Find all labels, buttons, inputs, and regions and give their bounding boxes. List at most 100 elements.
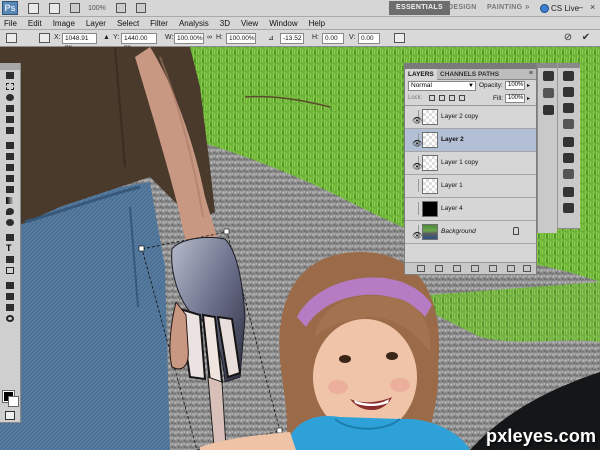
3d-rotate-tool[interactable]	[2, 281, 19, 291]
menu-select[interactable]: Select	[117, 19, 139, 28]
eraser-tool[interactable]	[2, 185, 19, 195]
visibility-toggle[interactable]: 👁	[408, 156, 422, 171]
zoom-level[interactable]: 100%	[88, 5, 106, 12]
layer-row-layer-2-copy[interactable]: 👁 Layer 2 copy	[405, 106, 536, 129]
menu-edit[interactable]: Edit	[28, 19, 42, 28]
tool-presets-icon[interactable]	[563, 187, 574, 197]
cancel-transform-icon[interactable]: ⊘	[562, 32, 574, 44]
menu-file[interactable]: File	[4, 19, 17, 28]
launch-bridge-icon[interactable]	[28, 2, 39, 14]
background-color-swatch[interactable]	[8, 396, 19, 407]
workspace-design[interactable]: DESIGN	[441, 1, 484, 15]
dock-grip[interactable]	[558, 63, 580, 68]
height-field[interactable]: 100.00%	[226, 33, 256, 44]
type-tool[interactable]: T	[2, 244, 19, 254]
lock-all-icon[interactable]	[459, 95, 465, 101]
layer-style-icon[interactable]	[435, 265, 443, 272]
panel-menu-icon[interactable]: ≡	[529, 70, 533, 77]
quick-select-tool[interactable]	[2, 104, 19, 114]
quick-mask-icon[interactable]	[5, 411, 15, 420]
commit-transform-icon[interactable]: ✔	[580, 32, 592, 44]
tab-channels[interactable]: CHANNELS	[437, 69, 479, 80]
horizontal-skew-field[interactable]: 0.00	[322, 33, 344, 44]
menu-layer[interactable]: Layer	[86, 19, 106, 28]
extras-icon[interactable]	[70, 3, 80, 13]
swatches-icon[interactable]	[563, 137, 574, 147]
minimize-icon[interactable]: –	[578, 2, 583, 12]
transform-tool-icon[interactable]	[6, 33, 17, 43]
info-icon[interactable]	[563, 103, 574, 113]
layer-row-layer-4[interactable]: Layer 4	[405, 198, 536, 221]
opacity-arrow-icon[interactable]: ▸	[527, 82, 530, 89]
visibility-toggle[interactable]	[408, 202, 419, 215]
layer-row-layer-1[interactable]: Layer 1	[405, 175, 536, 198]
menu-filter[interactable]: Filter	[150, 19, 168, 28]
add-mask-icon[interactable]	[453, 265, 461, 272]
workspace-painting[interactable]: PAINTING	[480, 1, 529, 15]
brush-tool[interactable]	[2, 152, 19, 162]
move-tool[interactable]	[2, 71, 19, 81]
visibility-toggle[interactable]: 👁	[408, 225, 422, 240]
rotation-field[interactable]: -13.52	[280, 33, 304, 44]
menu-help[interactable]: Help	[309, 19, 325, 28]
lock-transparency-icon[interactable]	[429, 95, 435, 101]
reference-point-icon[interactable]	[39, 33, 50, 43]
x-position-field[interactable]: 1048.91 px	[62, 33, 97, 51]
history-brush-tool[interactable]	[2, 174, 19, 184]
cs-live-button[interactable]: CS Live	[540, 1, 579, 15]
blend-mode-select[interactable]: Normal ▼	[408, 81, 476, 91]
layer-row-layer-1-copy[interactable]: 👁 Layer 1 copy	[405, 152, 536, 175]
visibility-toggle[interactable]: 👁	[408, 133, 422, 148]
vertical-skew-field[interactable]: 0.00	[358, 33, 380, 44]
tab-paths[interactable]: PATHS	[475, 69, 502, 80]
layer-row-layer-2[interactable]: 👁 Layer 2	[405, 129, 536, 152]
eyedropper-tool[interactable]	[2, 126, 19, 136]
brushes-icon[interactable]	[563, 153, 574, 163]
lock-position-icon[interactable]	[449, 95, 455, 101]
adjustment-layer-icon[interactable]	[471, 265, 479, 272]
link-icon[interactable]: ∞	[207, 34, 212, 41]
opacity-field[interactable]: 100%	[505, 81, 525, 90]
fill-field[interactable]: 100%	[505, 94, 525, 103]
warp-mode-icon[interactable]	[394, 33, 405, 43]
menu-analysis[interactable]: Analysis	[179, 19, 209, 28]
arrange-documents-icon[interactable]	[115, 3, 126, 13]
lasso-tool[interactable]	[2, 93, 19, 103]
pen-tool[interactable]	[2, 233, 19, 243]
menu-view[interactable]: View	[241, 19, 258, 28]
clone-stamp-tool[interactable]	[2, 163, 19, 173]
visibility-toggle[interactable]: 👁	[408, 110, 422, 125]
styles-icon[interactable]	[543, 105, 554, 115]
visibility-toggle[interactable]	[408, 179, 419, 192]
menu-3d[interactable]: 3D	[220, 19, 230, 28]
link-layers-icon[interactable]	[417, 265, 425, 272]
tab-layers[interactable]: LAYERS	[405, 69, 437, 80]
shape-tool[interactable]	[2, 266, 19, 276]
tools-panel-header[interactable]	[0, 63, 20, 70]
masks-icon[interactable]	[543, 88, 554, 98]
new-group-icon[interactable]	[489, 265, 497, 272]
adjustments-icon[interactable]	[543, 71, 554, 81]
fill-arrow-icon[interactable]: ▸	[527, 95, 530, 102]
screen-mode-icon[interactable]	[135, 3, 146, 13]
trash-icon[interactable]	[523, 265, 531, 272]
actions-icon[interactable]	[563, 203, 574, 213]
gradient-tool[interactable]	[2, 196, 19, 206]
histogram-icon[interactable]	[563, 71, 574, 81]
path-selection-tool[interactable]	[2, 255, 19, 265]
workspace-more-icon[interactable]: »	[525, 2, 529, 11]
crop-tool[interactable]	[2, 115, 19, 125]
blur-tool[interactable]	[2, 207, 19, 217]
3d-orbit-tool[interactable]	[2, 292, 19, 302]
hand-tool[interactable]	[2, 303, 19, 313]
close-icon[interactable]: ×	[590, 2, 595, 12]
marquee-tool[interactable]	[2, 82, 19, 92]
navigator-icon[interactable]	[563, 87, 574, 97]
relative-position-icon[interactable]: ▲	[103, 34, 110, 41]
dock-grip[interactable]	[538, 63, 557, 68]
menu-window[interactable]: Window	[269, 19, 297, 28]
healing-brush-tool[interactable]	[2, 141, 19, 151]
y-position-field[interactable]: 1440.00 px	[121, 33, 157, 51]
lock-image-icon[interactable]	[439, 95, 445, 101]
color-icon[interactable]	[563, 119, 574, 129]
